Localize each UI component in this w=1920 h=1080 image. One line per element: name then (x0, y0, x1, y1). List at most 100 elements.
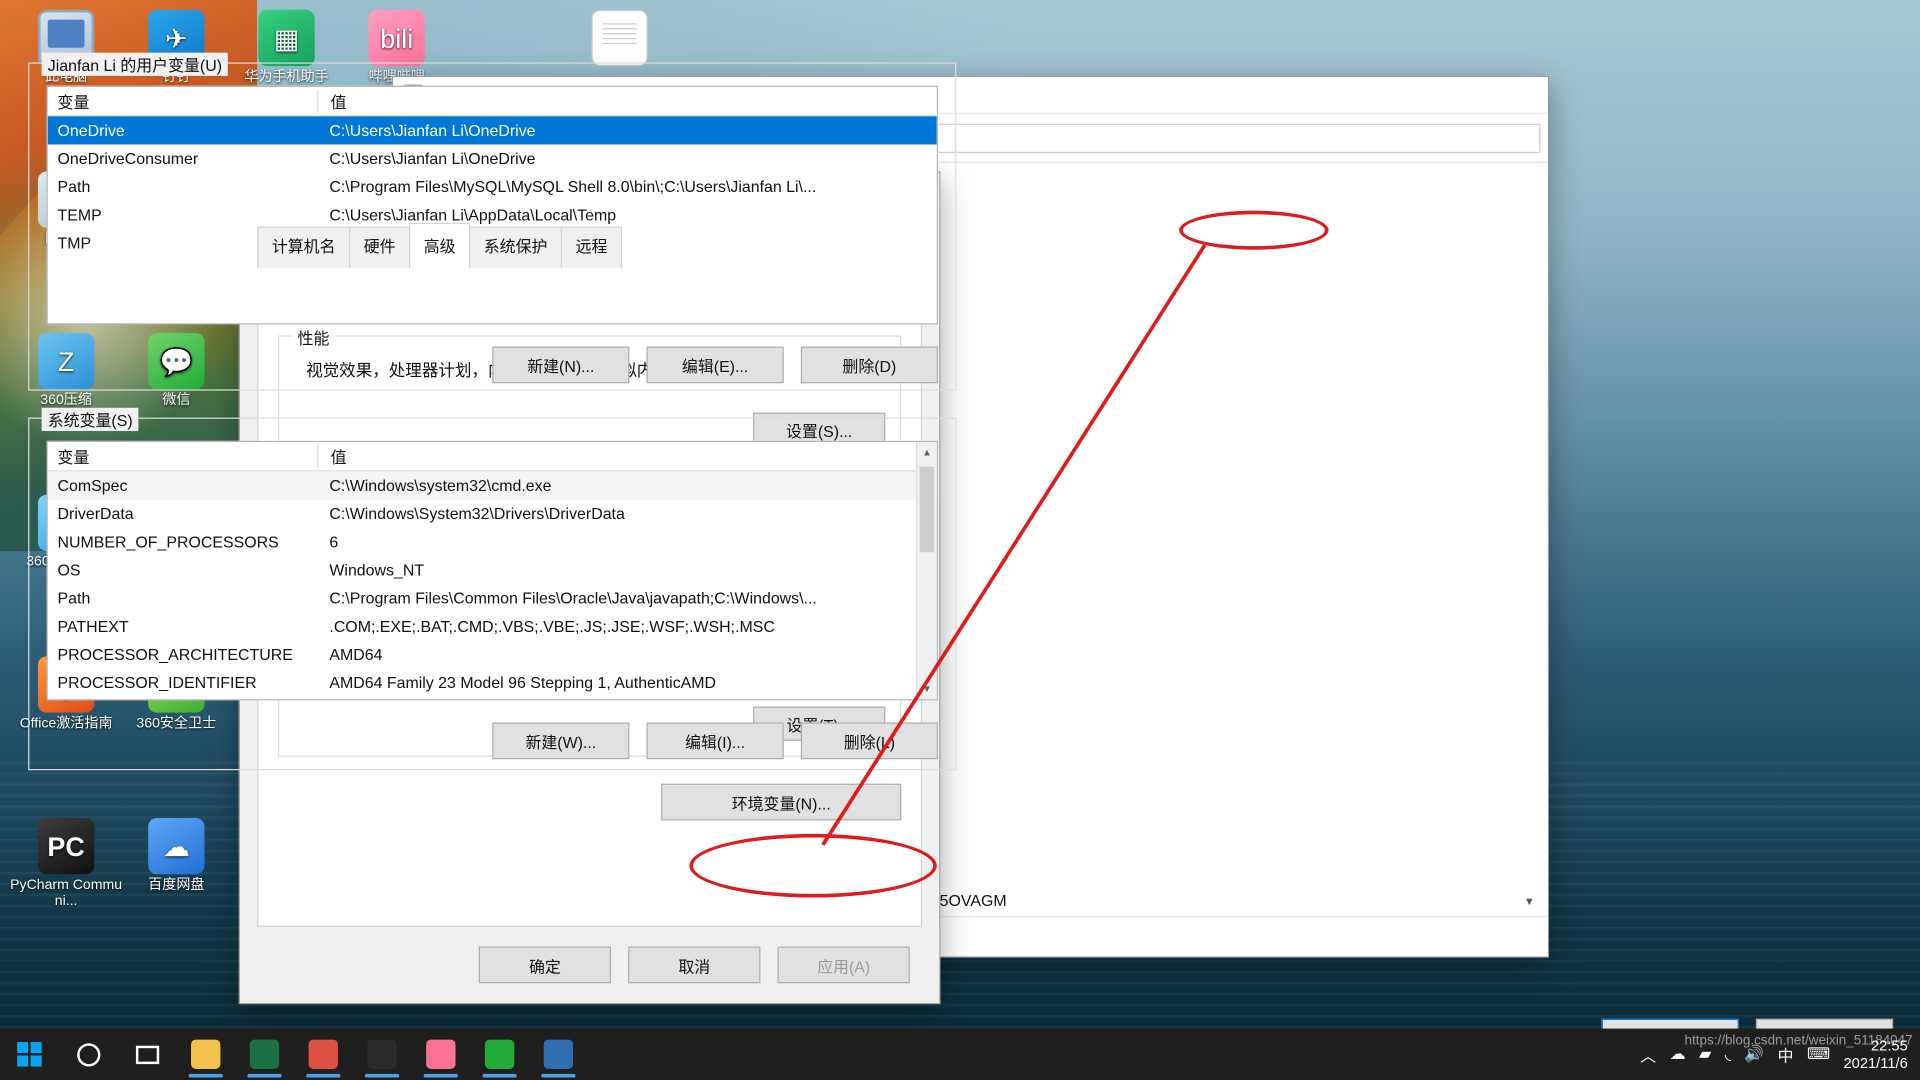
chrome-icon (308, 1039, 338, 1069)
user-variables-legend: Jianfan Li 的用户变量(U) (41, 52, 229, 76)
tab-3[interactable]: 系统保护 (469, 226, 563, 269)
taskbar-bilibili-icon[interactable] (411, 1029, 470, 1080)
table-row[interactable]: OneDrive C:\Users\Jianfan Li\OneDrive (47, 116, 937, 145)
user-delete-button[interactable]: 删除(D) (800, 346, 938, 384)
scroll-down-arrow-icon[interactable]: ▼ (917, 678, 937, 699)
variable-value-cell: AMD64 Family 23 Model 96 Stepping 1, Aut… (329, 673, 717, 692)
user-new-button[interactable]: 新建(N)... (492, 346, 630, 384)
taskbar-excel-icon[interactable] (235, 1029, 294, 1080)
variable-name-cell: OneDriveConsumer (57, 149, 199, 168)
scroll-down-arrow-icon[interactable]: ▼ (1521, 895, 1538, 912)
system-edit-button[interactable]: 编辑(I)... (646, 722, 784, 760)
desktop-icon-baidu-netdisk-icon[interactable]: ☁ 百度网盘 (120, 817, 233, 894)
user-variables-header: 变量 值 (47, 86, 937, 117)
variable-value-cell: AMD64 (329, 645, 383, 664)
system-variables-buttons: 新建(W)... 编辑(I)... 删除(L) (47, 722, 938, 760)
huawei-assistant-icon: ▦ (258, 9, 315, 67)
active-indicator (482, 1073, 517, 1078)
active-indicator (541, 1073, 576, 1078)
desktop-icon-label: PyCharm Communi... (10, 877, 123, 909)
control-panel-icon (543, 1039, 574, 1069)
table-row[interactable]: TEMP C:\Users\Jianfan Li\AppData\Local\Te… (48, 201, 937, 229)
table-row[interactable]: PROCESSOR_IDENTIFIER AMD64 Family 23 Mode… (48, 669, 937, 697)
ok-button[interactable]: 确定 (478, 946, 612, 984)
windows-start-icon[interactable] (0, 1029, 59, 1080)
variable-name-cell: Path (57, 177, 91, 196)
user-variables-listbox[interactable]: 变量 值 OneDrive C:\Users\Jianfan Li\OneDriv… (46, 85, 938, 325)
table-row[interactable]: Path C:\Program Files\MySQL\MySQL Shell 8… (48, 173, 937, 201)
taskbar-chrome-icon[interactable] (294, 1029, 353, 1080)
pycharm-icon: PC (37, 817, 95, 875)
user-variables-buttons: 新建(N)... 编辑(E)... 删除(D) (47, 346, 938, 384)
taskbar: ︿ ☁ ▰ ◟ 🔊 中 ⌨ 22:55 2021/11/6 (0, 1028, 1920, 1080)
variable-value-cell: C:\Windows\system32\cmd.exe (329, 476, 552, 495)
system-variables-listbox[interactable]: 变量 值 ComSpec C:\Windows\system32\cmd.exe D… (46, 440, 938, 701)
system-properties-footer: 确定 取消 应用(A) (240, 926, 940, 1003)
tab-1[interactable]: 硬件 (349, 226, 411, 269)
active-indicator (188, 1073, 223, 1078)
active-indicator (306, 1073, 341, 1078)
baidu-netdisk-icon: ☁ (148, 817, 205, 875)
table-row[interactable]: OneDriveConsumer C:\Users\Jianfan Li\OneD… (48, 144, 937, 172)
bilibili-icon: bili (368, 9, 425, 67)
variable-name-cell: PATHEXT (57, 617, 129, 636)
taskbar-control-panel-icon[interactable] (529, 1029, 588, 1080)
desktop-icon-document-icon[interactable] (563, 9, 676, 70)
active-indicator (423, 1073, 458, 1078)
tab-4[interactable]: 远程 (560, 226, 623, 269)
system-variables-header: 变量 值 (47, 442, 937, 472)
system-variables-section: 系统变量(S) 变量 值 ComSpec C:\Windows\system32\… (28, 407, 957, 771)
variable-value-cell: C:\Windows\System32\Drivers\DriverData (329, 504, 625, 523)
tab-2[interactable]: 高级 (409, 222, 471, 265)
scrollbar-thumb[interactable] (919, 466, 935, 553)
column-header-variable: 变量 (57, 93, 90, 112)
taskbar-terminal-icon[interactable] (353, 1029, 412, 1080)
column-header-variable: 变量 (57, 448, 90, 467)
table-row[interactable]: NUMBER_OF_PROCESSORS 6 (48, 528, 937, 556)
table-row[interactable]: PATHEXT .COM;.EXE;.BAT;.CMD;.VBS;.VBE;.JS… (48, 612, 937, 640)
variable-name-cell: ComSpec (57, 476, 128, 495)
environment-variables-button[interactable]: 环境变量(N)... (661, 783, 902, 821)
wechat-icon (484, 1039, 515, 1069)
column-header-value: 值 (317, 89, 937, 113)
taskbar-file-explorer-icon[interactable] (176, 1029, 235, 1080)
variable-name-cell: DriverData (57, 504, 134, 523)
desktop-icon-pycharm-icon[interactable]: PC PyCharm Communi... (10, 817, 123, 910)
search-circle-icon[interactable] (59, 1029, 118, 1080)
system-delete-button[interactable]: 删除(L) (800, 722, 938, 760)
show-hidden-icons-icon[interactable]: ︿ (1640, 1043, 1656, 1066)
desktop-icon-label: 百度网盘 (148, 877, 205, 893)
active-indicator (364, 1073, 400, 1078)
system-variables-scrollbar[interactable]: ▲ ▼ (915, 442, 937, 700)
onedrive-tray-icon[interactable]: ☁ (1670, 1044, 1686, 1064)
tab-0[interactable]: 计算机名 (257, 226, 351, 269)
table-row[interactable]: PROCESSOR_ARCHITECTURE AMD64 (48, 640, 937, 668)
active-indicator (247, 1073, 282, 1078)
table-row[interactable]: Path C:\Program Files\Common Files\Oracle… (48, 584, 937, 612)
table-row[interactable]: DriverData C:\Windows\System32\Drivers\Dr… (48, 500, 937, 528)
variable-value-cell: C:\Users\Jianfan Li\OneDrive (329, 121, 536, 140)
scroll-up-arrow-icon[interactable]: ▲ (917, 442, 937, 463)
desktop-icon-label: 360压缩 (40, 393, 92, 408)
column-header-value: 值 (317, 444, 937, 468)
watermark-text: https://blog.csdn.net/weixin_51184047 (1684, 1033, 1913, 1049)
variable-value-cell: Windows_NT (329, 560, 425, 580)
variable-name-cell: Path (57, 588, 91, 608)
apply-button[interactable]: 应用(A) (777, 946, 910, 984)
excel-icon (249, 1039, 280, 1069)
document-icon (591, 9, 648, 67)
user-edit-button[interactable]: 编辑(E)... (646, 346, 784, 384)
variable-value-cell: 6 (329, 532, 339, 552)
variable-value-cell: C:\Users\Jianfan Li\AppData\Local\Temp (329, 205, 617, 225)
task-view-icon[interactable] (118, 1029, 177, 1080)
system-variables-legend: 系统变量(S) (41, 407, 139, 432)
table-row[interactable]: ComSpec C:\Windows\system32\cmd.exe (47, 471, 937, 500)
clock-date: 2021/11/6 (1843, 1054, 1908, 1072)
variable-name-cell: OS (57, 560, 81, 580)
taskbar-wechat-icon[interactable] (470, 1029, 529, 1080)
variable-name-cell: TEMP (57, 205, 102, 225)
cancel-button[interactable]: 取消 (628, 946, 761, 984)
system-properties-tabstrip: 计算机名 硬件 高级 系统保护 远程 (240, 222, 939, 269)
table-row[interactable]: OS Windows_NT (48, 556, 937, 584)
system-new-button[interactable]: 新建(W)... (492, 722, 630, 760)
